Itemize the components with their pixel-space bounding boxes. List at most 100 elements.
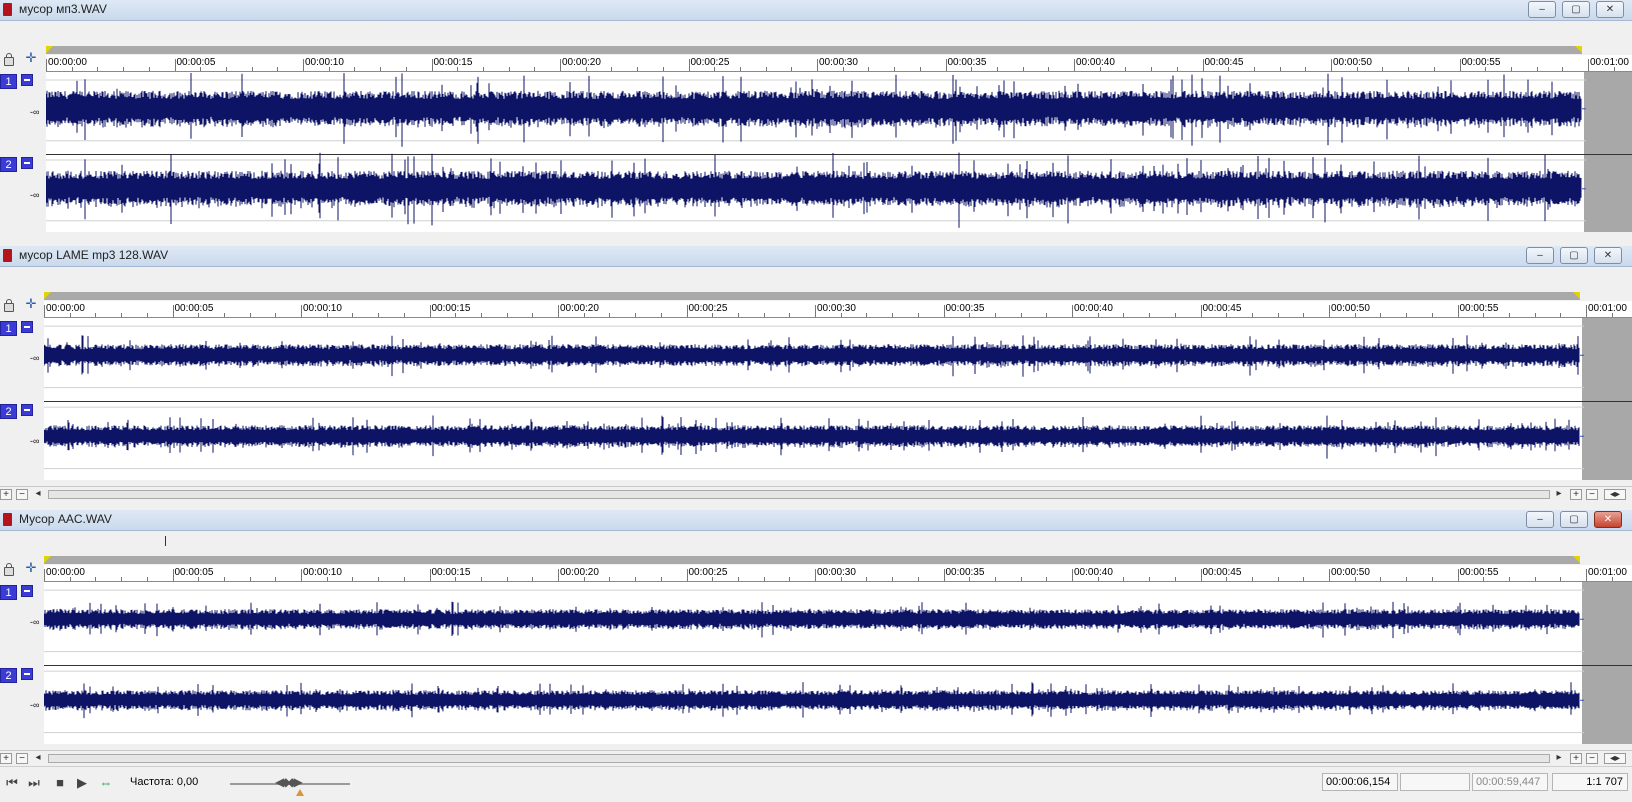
zoom-fit-button[interactable]: ◂▸ [1604,753,1626,764]
loop-icon[interactable]: ⇔ [98,775,114,791]
ruler-minor-tick [95,313,97,317]
maximize-button[interactable]: ▢ [1562,1,1590,18]
close-button[interactable]: ✕ [1594,511,1622,528]
channel-2-level: -∞ [30,700,40,710]
channel-2-waveform [44,415,1580,459]
channel-2-collapse-button[interactable] [21,157,33,169]
ruler-minor-tick [1303,313,1305,317]
channel-1-waveform [46,73,1582,147]
channel-1-collapse-button[interactable] [21,74,33,86]
end-marker[interactable] [1575,46,1582,53]
zoom-in-button[interactable]: + [1570,753,1582,764]
region-band[interactable] [44,292,1580,300]
channel-1-button[interactable]: 1 [0,321,17,336]
zoom-out-button[interactable]: − [1586,489,1598,500]
zoom-in-button[interactable]: + [1570,489,1582,500]
zoom-fit-button[interactable]: ◂▸ [1604,489,1626,500]
ruler-label: 00:00:25 [690,57,730,68]
scroll-thumb[interactable] [48,490,1550,499]
time-ruler[interactable]: 00:00:00 00:00:05 00:00:10 00:00:15 00:00:20… [44,565,1632,582]
titlebar[interactable]: мусор LAME mp3 128.WAV ‒ ▢ ✕ [0,246,1632,267]
channel-2-collapse-button[interactable] [21,668,33,680]
ruler-minor-tick [1380,577,1382,581]
ruler-minor-tick [249,313,251,317]
ruler-minor-tick [223,313,225,317]
ruler-minor-tick [609,577,611,581]
stop-icon[interactable]: ■ [52,775,68,791]
ruler-minor-tick [840,577,842,581]
selection-bar[interactable] [0,531,1632,551]
ruler-label: 00:00:45 [1202,567,1242,578]
ruler-minor-tick [1251,313,1253,317]
snap-icon[interactable]: ✛ [24,297,38,311]
snap-icon[interactable]: ✛ [24,561,38,575]
ruler-tick [686,305,688,317]
zoom-in-button[interactable]: + [0,489,12,500]
lock-icon[interactable] [4,53,14,66]
start-marker[interactable] [44,556,51,563]
ruler-label: 00:00:05 [174,567,214,578]
go-to-end-icon[interactable]: ⏭ [26,775,42,791]
close-button[interactable]: ✕ [1594,247,1622,264]
ruler-tick [44,569,45,581]
scroll-right-button[interactable]: ▸ [1553,753,1565,764]
channel-2-button[interactable]: 2 [0,404,17,419]
minimize-button[interactable]: ‒ [1526,511,1554,528]
channel-2-collapse-button[interactable] [21,404,33,416]
ruler-minor-tick [1125,67,1127,71]
selection-bar[interactable] [0,267,1632,287]
minimize-button[interactable]: ‒ [1528,1,1556,18]
channel-2-button[interactable]: 2 [0,668,17,683]
snap-icon[interactable]: ✛ [24,51,38,65]
end-marker[interactable] [1573,292,1580,299]
zoom-in-button[interactable]: + [0,753,12,764]
ruler-minor-tick [326,313,328,317]
zoom-out-button[interactable]: − [1586,753,1598,764]
scroll-thumb[interactable] [48,754,1550,763]
start-marker[interactable] [46,46,53,53]
scroll-right-button[interactable]: ▸ [1553,489,1565,500]
ruler-minor-tick [1046,577,1048,581]
lock-icon[interactable] [4,563,14,576]
selection-bar[interactable] [0,21,1632,41]
minimize-button[interactable]: ‒ [1526,247,1554,264]
ruler-label: 00:00:05 [174,303,214,314]
horizontal-scrollbar[interactable]: + − ◂ ▸ + − ◂▸ [0,750,1632,766]
channel-1-button[interactable]: 1 [0,74,17,89]
ruler-minor-tick [1483,313,1485,317]
close-button[interactable]: ✕ [1596,1,1624,18]
channel-2-button[interactable]: 2 [0,157,17,172]
ruler-minor-tick [637,67,639,71]
play-icon[interactable]: ▶ [74,775,90,791]
channel-1-collapse-button[interactable] [21,321,33,333]
ruler-minor-tick [455,577,457,581]
region-band[interactable] [44,556,1580,564]
horizontal-scrollbar[interactable]: + − ◂ ▸ + − ◂▸ [0,486,1632,502]
ruler-label: 00:00:25 [688,303,728,314]
time-ruler[interactable]: 00:00:00 00:00:05 00:00:10 00:00:15 00:00:20… [46,55,1632,72]
maximize-button[interactable]: ▢ [1560,511,1588,528]
channel-1-collapse-button[interactable] [21,585,33,597]
maximize-button[interactable]: ▢ [1560,247,1588,264]
slider-knob-icon[interactable]: ◀◆◆▶ [275,775,303,789]
titlebar[interactable]: мусор мп3.WAV ‒ ▢ ✕ [0,0,1632,21]
ruler-minor-tick [403,313,405,317]
zoom-out-button[interactable]: − [16,489,28,500]
titlebar[interactable]: Мусор AAC.WAV ‒ ▢ ✕ [0,510,1632,531]
zoom-out-button[interactable]: − [16,753,28,764]
lock-icon[interactable] [4,299,14,312]
scroll-left-button[interactable]: ◂ [32,753,44,764]
go-to-start-icon[interactable]: ⏮ [4,775,20,791]
end-marker[interactable] [1573,556,1580,563]
cursor-time-field: 00:00:06,154 [1322,773,1398,791]
region-band[interactable] [46,46,1582,54]
ruler-tick [558,305,559,317]
channel-1-button[interactable]: 1 [0,585,17,600]
slider-marker [296,789,304,796]
time-ruler[interactable]: 00:00:00 00:00:05 00:00:10 00:00:15 00:00:20… [44,301,1632,318]
ruler-tick [688,59,690,71]
ruler-minor-tick [1534,313,1536,317]
ruler-minor-tick [148,67,150,71]
scroll-left-button[interactable]: ◂ [32,489,44,500]
start-marker[interactable] [44,292,51,299]
